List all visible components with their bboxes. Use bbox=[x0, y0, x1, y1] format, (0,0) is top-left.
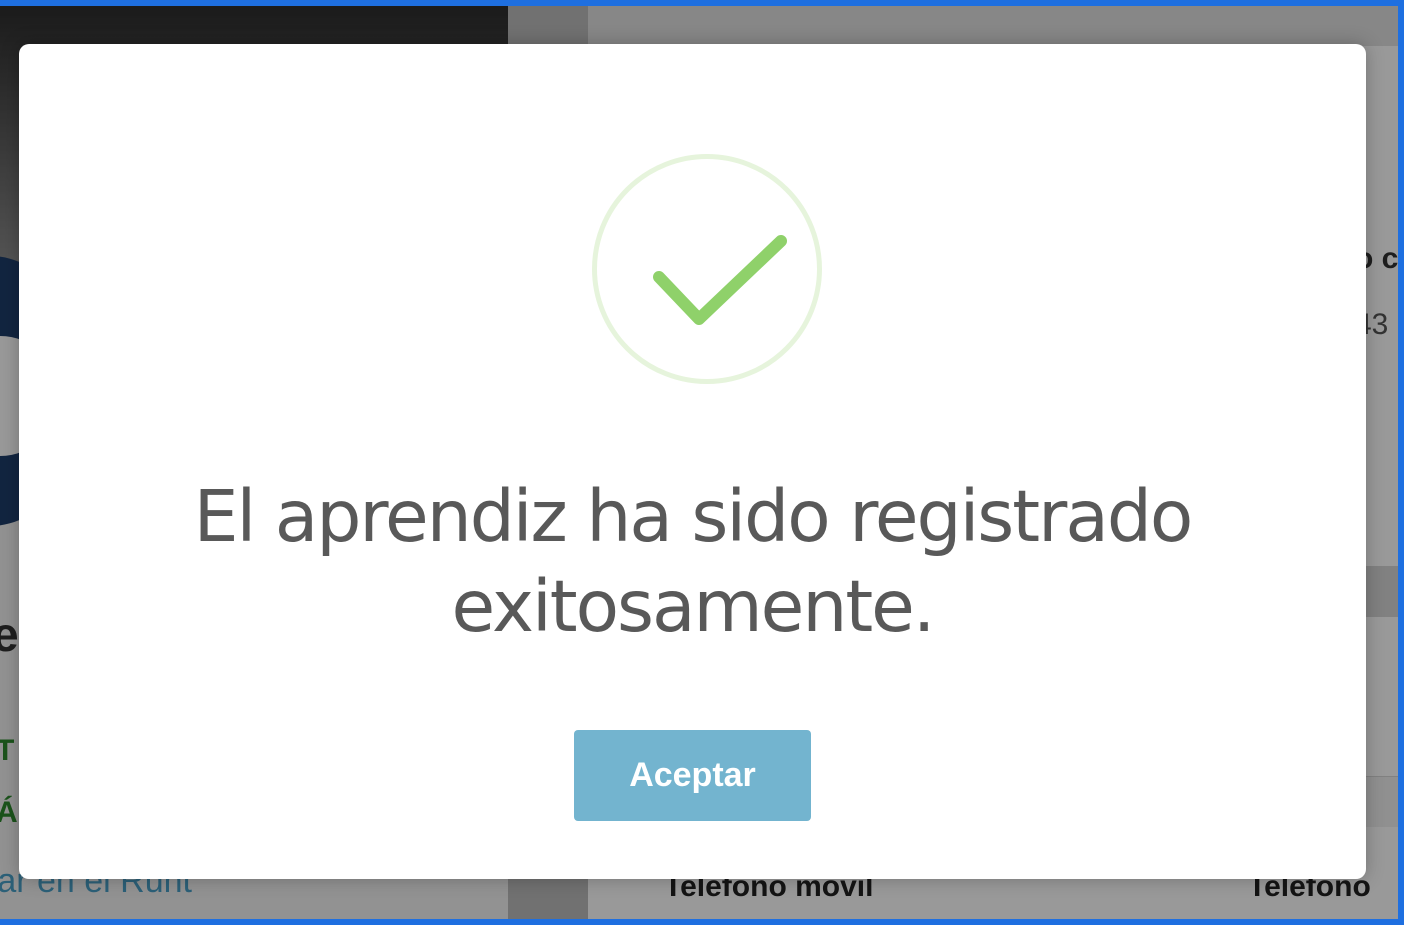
checkmark-icon bbox=[653, 235, 787, 325]
success-checkmark-icon bbox=[592, 154, 822, 384]
accept-button[interactable]: Aceptar bbox=[574, 730, 811, 821]
success-dialog: El aprendiz ha sido registrado exitosame… bbox=[19, 44, 1366, 879]
dialog-message: El aprendiz ha sido registrado exitosame… bbox=[193, 475, 1194, 648]
